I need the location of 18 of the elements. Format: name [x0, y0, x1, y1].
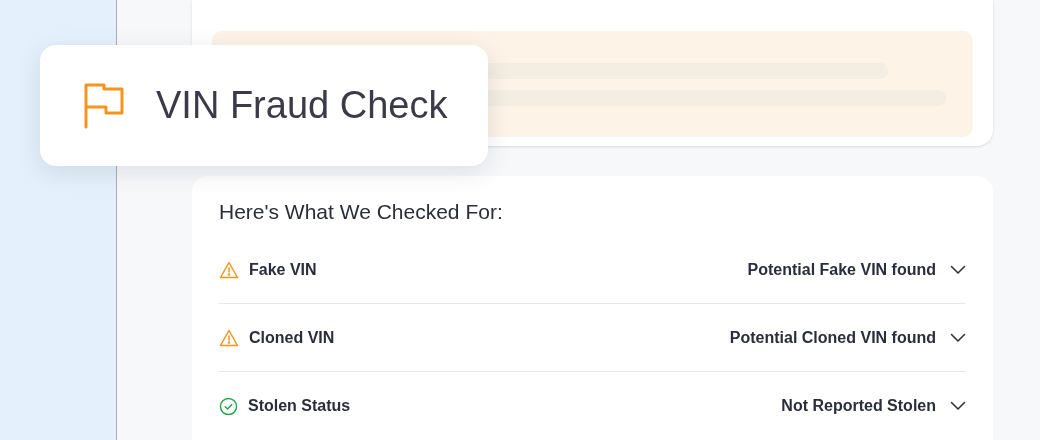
check-result: Potential Fake VIN found — [747, 259, 936, 280]
warning-icon — [219, 328, 239, 347]
badge-title: VIN Fraud Check — [156, 83, 448, 128]
check-circle-icon — [219, 396, 238, 416]
checks-heading: Here's What We Checked For: — [219, 199, 504, 225]
check-row[interactable]: Stolen Status Not Reported Stolen — [219, 372, 966, 440]
chevron-icon — [950, 264, 966, 275]
check-label: Stolen Status — [248, 396, 351, 416]
check-label: Fake VIN — [249, 259, 317, 280]
check-result: Potential Cloned VIN found — [729, 327, 936, 348]
check-row[interactable]: Fake VIN Potential Fake VIN found — [219, 236, 966, 304]
check-row[interactable]: Cloned VIN Potential Cloned VIN found — [219, 304, 966, 372]
warning-icon — [219, 260, 239, 279]
flag-icon — [84, 82, 124, 129]
check-result: Not Reported Stolen — [781, 396, 936, 416]
chevron-icon — [950, 401, 966, 411]
check-label: Cloned VIN — [249, 327, 335, 348]
chevron-icon — [950, 332, 966, 343]
